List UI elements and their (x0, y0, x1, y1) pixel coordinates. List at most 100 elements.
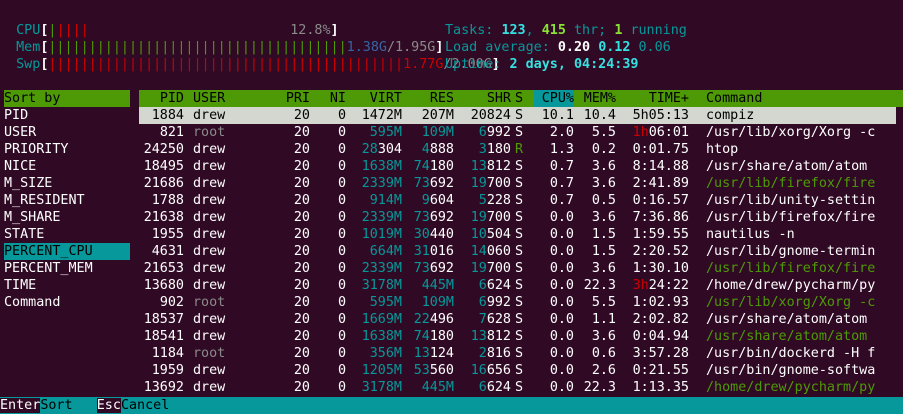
cell-mem: 22.3 (583, 380, 616, 395)
cell-ni: 0 (337, 142, 346, 157)
uptime-meter: Uptime: 2 days, 04:24:39 (445, 57, 639, 72)
table-row[interactable]: 1955 drew 20 0 1019M 30440 10504 S 0.0 1.5 1:59.55… (0, 226, 903, 243)
cell-mem: 0.2 (591, 142, 616, 157)
column-header[interactable]: NI (318, 90, 346, 107)
cell-pid: 1955 (151, 227, 184, 242)
cell-res: 13124 (413, 346, 454, 361)
column-header[interactable]: CPU% (534, 90, 574, 107)
cell-cpu: 0.0 (549, 329, 574, 344)
table-row[interactable]: 21686 drew 20 0 2339M 73692 19700 S 0.7 3.6 2:41.8… (0, 175, 903, 192)
cell-pid: 1884 (151, 108, 184, 123)
cell-res: 74180 (413, 159, 454, 174)
table-row[interactable]: 1184 root 20 0 356M 13124 2816 S 0.0 0.6 3:57.28/u… (0, 345, 903, 362)
cell-ni: 0 (337, 176, 346, 191)
table-row[interactable]: 1959 drew 20 0 1205M 53560 16656 S 0.0 2.6 0:21.55… (0, 362, 903, 379)
column-header[interactable]: USER (193, 90, 263, 107)
cell-ni: 0 (337, 329, 346, 344)
cell-pri: 20 (293, 159, 310, 174)
cell-mem: 3.6 (591, 329, 616, 344)
cell-virt: 3178M (361, 380, 402, 395)
cell-shr: 14060 (470, 244, 511, 259)
sort-action[interactable]: Sort (40, 398, 72, 413)
cell-res: 31016 (413, 244, 454, 259)
cell-time: 1:02.93 (632, 295, 689, 310)
table-row[interactable]: 18541 drew 20 0 1638M 74180 13812 S 0.0 3.6 0:04.9… (0, 328, 903, 345)
cell-virt: 28304 (361, 142, 402, 157)
cell-shr: 19700 (470, 261, 511, 276)
cell-time: 0:21.55 (632, 363, 689, 378)
cell-virt: 595M (369, 295, 402, 310)
function-key-bar: EnterSort EscCancel (0, 397, 903, 414)
cell-shr: 20824 (470, 108, 511, 123)
cell-res: 74180 (413, 329, 454, 344)
table-row[interactable]: 13680 drew 20 0 3178M 445M 6624 S 0.0 22.3 3h24:22… (0, 277, 903, 294)
column-header[interactable]: S (515, 90, 527, 107)
column-header[interactable]: RES (412, 90, 454, 107)
table-row[interactable]: 18495 drew 20 0 1638M 74180 13812 S 0.7 3.6 8:14.8… (0, 158, 903, 175)
cell-s: S (515, 227, 524, 242)
cell-virt: 914M (369, 193, 402, 208)
cell-res: 73692 (413, 210, 454, 225)
mem-total-value: 1.95G (395, 40, 436, 55)
table-row[interactable]: 4631 drew 20 0 664M 31016 14060 S 0.0 1.5 2:20.52 /… (0, 243, 903, 260)
cancel-action[interactable]: Cancel (121, 398, 169, 413)
cell-pid: 1184 (151, 346, 184, 361)
cell-user: drew (193, 176, 226, 191)
cell-pid: 1788 (151, 193, 184, 208)
table-row[interactable]: 902 root 20 0 595M 109M 6992 S 0.0 5.5 1:02.93/usr… (0, 294, 903, 311)
cell-cpu: 0.7 (549, 176, 574, 191)
uptime-value: 2 days, 04:24:39 (509, 57, 639, 72)
cell-time: 3h24:22 (632, 278, 689, 293)
cell-pri: 20 (293, 261, 310, 276)
cell-shr: 5228 (478, 193, 511, 208)
table-row[interactable]: 1884 drew 20 0 1472M 207M 20824 S 10.1 10.4 5h05:1… (0, 107, 903, 124)
cell-pri: 20 (293, 329, 310, 344)
column-header[interactable]: PRI (270, 90, 310, 107)
cell-res: 9604 (421, 193, 454, 208)
enter-key-hint: Enter (0, 398, 41, 413)
cell-pri: 20 (293, 210, 310, 225)
cell-pid: 24250 (143, 142, 184, 157)
cell-virt: 664M (369, 244, 402, 259)
cell-cmd: /usr/lib/xorg/Xorg -c (706, 125, 876, 140)
cell-ni: 0 (337, 244, 346, 259)
cell-pid: 21638 (143, 210, 184, 225)
table-row[interactable]: 18537 drew 20 0 1669M 22496 7628 S 0.0 1.1 2:02.82… (0, 311, 903, 328)
cell-pid: 821 (159, 125, 184, 140)
cell-user: drew (193, 363, 226, 378)
column-header[interactable]: PID (139, 90, 184, 107)
cell-cpu: 1.3 (549, 142, 574, 157)
table-row[interactable]: 1788 drew 20 0 914M 9604 5228 S 0.7 0.5 0:16.57/us… (0, 192, 903, 209)
cell-time: 3:57.28 (632, 346, 689, 361)
table-row[interactable]: 24250 drew 20 0 28304 4888 3180 R 1.3 0.2 0:01.75 h… (0, 141, 903, 158)
cell-cpu: 0.0 (549, 227, 574, 242)
column-header[interactable]: MEM% (579, 90, 616, 107)
table-row[interactable]: 21638 drew 20 0 2339M 73692 19700 S 0.0 3.6 7:36.8… (0, 209, 903, 226)
cell-pid: 21686 (143, 176, 184, 191)
cell-res: 53560 (413, 363, 454, 378)
table-row[interactable]: 13692 drew 20 0 3178M 445M 6624 S 0.0 22.3 1:13.35… (0, 379, 903, 396)
cell-mem: 1.5 (591, 244, 616, 259)
table-row[interactable]: 821 root 20 0 595M 109M 6992 S 2.0 5.5 1h06:01/usr… (0, 124, 903, 141)
load-average-meter: Load average: 0.20 0.12 0.06 (445, 40, 671, 55)
cell-res: 22496 (413, 312, 454, 327)
cell-time: 0:01.75 (632, 142, 689, 157)
cell-ni: 0 (337, 193, 346, 208)
table-row[interactable]: 21653 drew 20 0 2339M 73692 19700 S 0.0 3.6 1:30.1… (0, 260, 903, 277)
column-header[interactable]: SHR (462, 90, 511, 107)
cell-s: S (515, 329, 524, 344)
column-header[interactable]: Command (706, 90, 856, 107)
cell-pri: 20 (293, 125, 310, 140)
column-header[interactable]: VIRT (353, 90, 402, 107)
cell-ni: 0 (337, 125, 346, 140)
cell-pid: 4631 (151, 244, 184, 259)
cell-res: 30440 (413, 227, 454, 242)
cell-shr: 6992 (478, 295, 511, 310)
column-header[interactable]: TIME+ (627, 90, 689, 107)
cell-shr: 13812 (470, 159, 511, 174)
mem-used-value: 1.38G (346, 40, 387, 55)
tasks-count: 123 (501, 23, 526, 38)
cell-mem: 0.5 (591, 193, 616, 208)
cell-cpu: 10.1 (541, 108, 574, 123)
cell-time: 1:13.35 (632, 380, 689, 395)
